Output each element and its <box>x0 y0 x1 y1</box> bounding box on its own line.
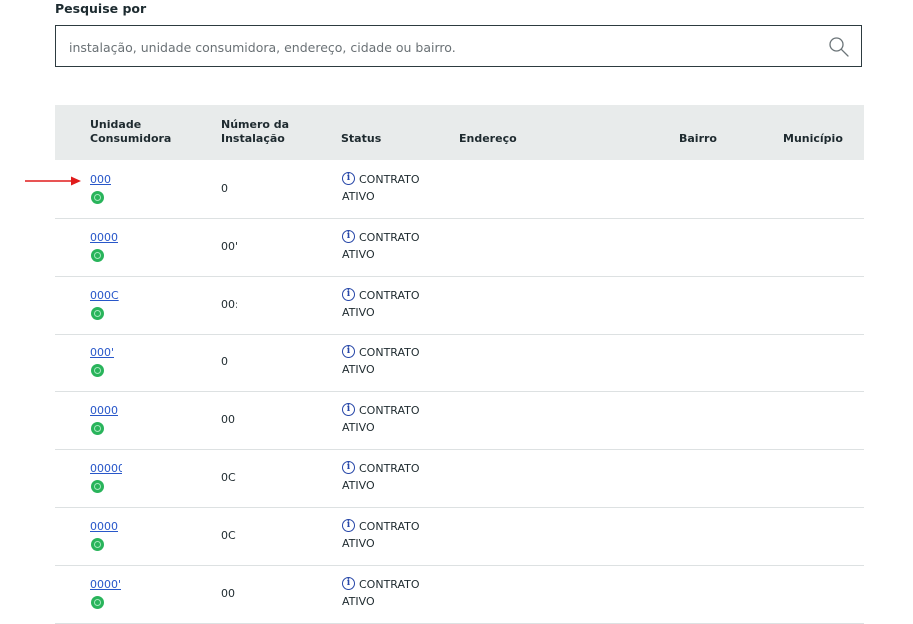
uc-link[interactable]: 000C <box>90 289 119 302</box>
search-input[interactable] <box>67 26 821 68</box>
status-ok-icon[interactable] <box>91 248 104 262</box>
status-line-1: CONTRATO <box>359 404 420 418</box>
status-line-2: ATIVO <box>342 190 375 203</box>
table-row[interactable]: 0000' 00 i CONTRATO ATIVO <box>55 565 864 624</box>
status-line-1: CONTRATO <box>359 577 420 591</box>
search-label: Pesquise por <box>55 1 147 16</box>
search-box[interactable] <box>55 25 862 68</box>
status-line-1: CONTRATO <box>359 346 420 360</box>
status-line-2: ATIVO <box>342 536 375 550</box>
status-text: CONTRATO ATIVO <box>342 287 442 321</box>
search-icon[interactable] <box>827 35 851 59</box>
status-ok-icon[interactable] <box>91 537 104 551</box>
installation-number: 0 <box>221 182 228 195</box>
status-ok-icon[interactable] <box>91 595 104 609</box>
installation-number: 0 <box>221 355 228 369</box>
status-text: CONTRATO ATIVO <box>342 344 442 378</box>
header-status: Status <box>341 132 382 145</box>
status-line-2: ATIVO <box>342 421 375 435</box>
table-row[interactable]: 0000 00' i CONTRATO ATIVO <box>55 218 864 277</box>
status-text: CONTRATO ATIVO <box>342 518 442 552</box>
status-text: CONTRATO ATIVO <box>342 171 442 205</box>
status-line-1: CONTRATO <box>359 288 420 302</box>
status-ok-icon[interactable] <box>91 422 104 436</box>
installation-number: 0C <box>221 528 236 542</box>
status-line-1: CONTRATO <box>359 519 420 533</box>
status-line-1: CONTRATO <box>359 230 420 244</box>
status-ok-icon[interactable] <box>91 306 104 320</box>
status-text: CONTRATO ATIVO <box>342 229 442 263</box>
header-uc: Unidade Consumidora <box>90 118 172 145</box>
status-line-1: CONTRATO <box>359 462 420 475</box>
status-line-2: ATIVO <box>342 594 375 608</box>
table-header: Unidade Consumidora Número da Instalação… <box>55 105 864 160</box>
status-text: CONTRATO ATIVO <box>342 402 442 436</box>
installation-number: 00: <box>221 297 237 311</box>
installation-number: 00 <box>221 413 235 427</box>
uc-link[interactable]: 00000 <box>90 462 122 475</box>
status-text: CONTRATO ATIVO <box>342 576 442 610</box>
uc-link[interactable]: 0000' <box>90 578 121 591</box>
status-ok-icon[interactable] <box>91 480 104 493</box>
annotation-arrow <box>25 176 81 186</box>
header-neighborhood: Bairro <box>679 132 717 145</box>
header-installation: Número da Instalação <box>221 118 290 145</box>
status-line-1: CONTRATO <box>359 173 420 186</box>
uc-link[interactable]: 0000 <box>90 404 118 417</box>
status-text: CONTRATO ATIVO <box>342 460 442 494</box>
table-row[interactable]: 000 0 i CONTRATO ATIVO <box>55 160 864 219</box>
status-line-2: ATIVO <box>342 305 375 319</box>
status-ok-icon[interactable] <box>91 364 104 378</box>
uc-link[interactable]: 000' <box>90 346 114 359</box>
table-row[interactable]: 000C 00: i CONTRATO ATIVO <box>55 276 864 335</box>
installation-number: 00 <box>221 586 235 600</box>
status-line-2: ATIVO <box>342 363 375 377</box>
header-city: Município <box>783 132 843 145</box>
table-row[interactable]: 0000 0C i CONTRATO ATIVO <box>55 507 864 566</box>
uc-link[interactable]: 0000 <box>90 231 118 244</box>
status-line-2: ATIVO <box>342 247 375 261</box>
uc-link[interactable]: 0000 <box>90 520 118 533</box>
status-line-2: ATIVO <box>342 479 375 492</box>
table-row[interactable]: 000' 0 i CONTRATO ATIVO <box>55 333 864 393</box>
status-ok-icon[interactable] <box>91 191 104 204</box>
table-row[interactable]: 00000 0C i CONTRATO ATIVO <box>55 449 864 508</box>
uc-link[interactable]: 000 <box>90 173 111 186</box>
header-address: Endereço <box>459 132 517 145</box>
installation-number: 00' <box>221 239 237 253</box>
installation-number: 0C <box>221 471 236 484</box>
table-row[interactable]: 0000 00 i CONTRATO ATIVO <box>55 391 864 451</box>
